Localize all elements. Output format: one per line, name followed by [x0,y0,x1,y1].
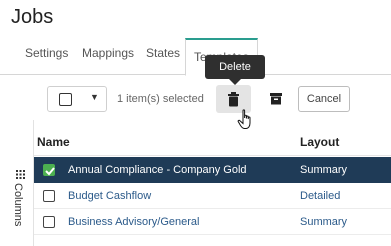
archive-icon [270,93,282,105]
toolbar: ▼ 1 item(s) selected Cancel [0,76,391,120]
delete-tooltip: Delete [205,55,265,85]
table-row[interactable]: Business Advisory/General Summary [34,209,391,235]
row-layout: Detailed [300,190,341,202]
tab-bar: Settings Mappings States Templates [0,36,391,76]
column-header-layout[interactable]: Layout [300,135,339,149]
archive-button[interactable] [261,85,291,113]
row-layout: Summary [300,216,348,228]
page-title: Jobs [11,6,54,28]
tab-mappings[interactable]: Mappings [82,46,134,60]
grid-icon [16,170,25,179]
row-name-link[interactable]: Business Advisory/General [68,216,199,228]
check-icon [45,167,55,176]
table-row[interactable]: Budget Cashflow Detailed [34,183,391,209]
select-all-checkbox[interactable] [59,93,72,106]
row-name-link[interactable]: Annual Compliance - Company Gold [68,164,247,176]
row-layout: Summary [300,164,348,176]
row-checkbox[interactable] [43,216,55,228]
cancel-button[interactable]: Cancel [298,86,350,112]
columns-label[interactable]: Columns [12,183,24,226]
chevron-down-icon[interactable]: ▼ [90,92,99,102]
tab-settings[interactable]: Settings [25,46,68,60]
tab-states[interactable]: States [146,46,180,60]
select-all-dropdown[interactable]: ▼ [47,86,107,112]
column-header-name[interactable]: Name [37,135,70,149]
row-name-link[interactable]: Budget Cashflow [68,190,151,202]
row-checkbox[interactable] [43,164,55,176]
table-row[interactable]: Annual Compliance - Company Gold Summary [34,157,391,183]
row-checkbox[interactable] [43,190,55,202]
table-header: Name Layout [34,126,391,156]
selection-count: 1 item(s) selected [117,93,204,105]
